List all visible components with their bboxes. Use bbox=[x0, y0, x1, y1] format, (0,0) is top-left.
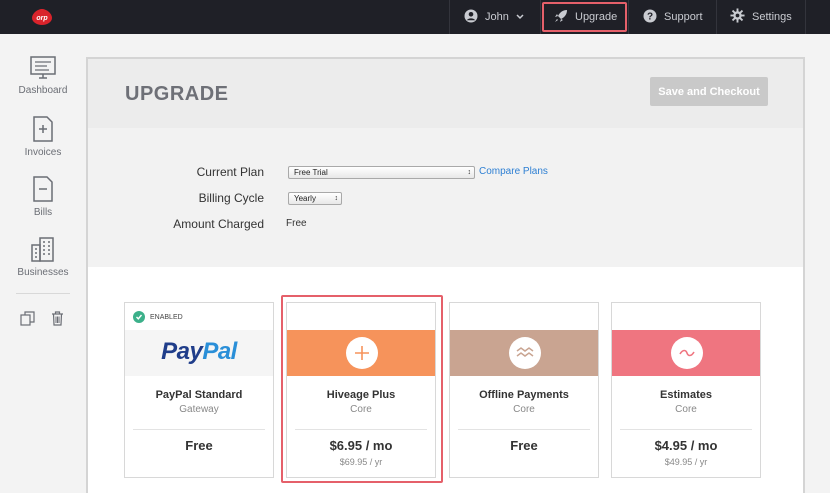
sidebar-item-label: Bills bbox=[33, 207, 53, 218]
invoice-icon bbox=[33, 116, 53, 142]
check-icon bbox=[133, 311, 145, 323]
card-color-band bbox=[450, 330, 598, 376]
support-nav[interactable]: ? Support bbox=[628, 0, 716, 34]
sidebar-item-label: Dashboard bbox=[18, 85, 68, 96]
gear-icon bbox=[730, 8, 745, 26]
panel-header: UPGRADE Save and Checkout bbox=[88, 59, 803, 128]
card-price: Free bbox=[510, 438, 538, 453]
buildings-icon bbox=[31, 237, 54, 262]
upgrade-panel: UPGRADE Save and Checkout Current Plan F… bbox=[86, 57, 805, 493]
settings-label: Settings bbox=[752, 11, 792, 23]
billing-cycle-select[interactable]: Yearly ↕ bbox=[288, 192, 342, 205]
card-price: Free bbox=[185, 438, 213, 453]
addon-card-offline-payments[interactable]: Offline Payments Core Free bbox=[449, 302, 599, 478]
addons-area: ENABLED PayPal PayPal Standard Gateway F… bbox=[88, 267, 803, 493]
chevron-down-icon bbox=[516, 11, 524, 23]
user-name: John bbox=[485, 11, 509, 23]
amount-charged-label: Amount Charged bbox=[173, 217, 264, 231]
card-yearly-price: $49.95 / yr bbox=[664, 457, 708, 467]
compare-plans-link[interactable]: Compare Plans bbox=[479, 166, 548, 177]
help-icon: ? bbox=[643, 9, 657, 26]
dashboard-icon bbox=[30, 56, 56, 79]
paypal-logo-text: PayPal bbox=[161, 338, 237, 365]
svg-text:?: ? bbox=[647, 11, 653, 22]
addon-card-paypal[interactable]: ENABLED PayPal PayPal Standard Gateway F… bbox=[124, 302, 274, 478]
addon-card-estimates[interactable]: Estimates Core $4.95 / mo $49.95 / yr bbox=[611, 302, 761, 478]
card-subtitle: Gateway bbox=[179, 404, 219, 415]
support-label: Support bbox=[664, 11, 703, 23]
bill-icon bbox=[33, 176, 53, 202]
sidebar-item-label: Businesses bbox=[17, 267, 69, 278]
sidebar-item-invoices[interactable]: Invoices bbox=[0, 116, 86, 158]
card-title: PayPal Standard bbox=[155, 389, 243, 401]
user-menu[interactable]: John bbox=[449, 0, 540, 34]
svg-text:orp: orp bbox=[36, 15, 48, 22]
select-arrows-icon: ↕ bbox=[334, 195, 339, 202]
wave-icon bbox=[509, 337, 541, 369]
user-icon bbox=[464, 9, 478, 26]
card-divider bbox=[458, 429, 590, 430]
save-checkout-button[interactable]: Save and Checkout bbox=[650, 77, 768, 106]
enabled-badge: ENABLED bbox=[133, 311, 183, 323]
hiveage-plus-highlight bbox=[281, 295, 443, 483]
amount-charged-value: Free bbox=[286, 218, 307, 229]
top-bar: orp John Upgrade ? Support Settings bbox=[0, 0, 830, 34]
paypal-logo: PayPal bbox=[125, 330, 273, 376]
tilde-icon bbox=[671, 337, 703, 369]
billing-cycle-label: Billing Cycle bbox=[198, 191, 264, 205]
sidebar-item-businesses[interactable]: Businesses bbox=[0, 236, 86, 278]
logo-icon[interactable]: orp bbox=[31, 8, 53, 26]
trash-icon[interactable] bbox=[51, 311, 64, 331]
page-title: UPGRADE bbox=[125, 83, 229, 105]
current-plan-label: Current Plan bbox=[196, 165, 264, 179]
card-title: Offline Payments bbox=[479, 389, 569, 401]
copy-icon[interactable] bbox=[20, 311, 35, 331]
card-divider bbox=[620, 429, 752, 430]
sidebar-item-dashboard[interactable]: Dashboard bbox=[0, 56, 86, 96]
settings-nav[interactable]: Settings bbox=[716, 0, 806, 34]
card-price: $4.95 / mo bbox=[654, 438, 718, 453]
card-title: Estimates bbox=[660, 389, 712, 401]
sidebar-item-bills[interactable]: Bills bbox=[0, 176, 86, 218]
card-subtitle: Core bbox=[675, 404, 697, 415]
sidebar-item-label: Invoices bbox=[24, 147, 62, 158]
card-divider bbox=[133, 429, 265, 430]
upgrade-highlight bbox=[542, 2, 627, 32]
sidebar: Dashboard Invoices Bills Businesses bbox=[0, 34, 86, 493]
plan-form: Current Plan Free Trial ↕ Compare Plans … bbox=[88, 128, 803, 267]
upgrade-nav[interactable]: Upgrade bbox=[540, 0, 628, 34]
select-arrows-icon: ↕ bbox=[467, 169, 472, 176]
current-plan-select[interactable]: Free Trial ↕ bbox=[288, 166, 475, 179]
sidebar-divider bbox=[16, 293, 70, 294]
current-plan-value: Free Trial bbox=[294, 168, 328, 177]
card-subtitle: Core bbox=[513, 404, 535, 415]
billing-cycle-value: Yearly bbox=[294, 194, 316, 203]
card-color-band bbox=[612, 330, 760, 376]
enabled-label: ENABLED bbox=[150, 313, 183, 321]
